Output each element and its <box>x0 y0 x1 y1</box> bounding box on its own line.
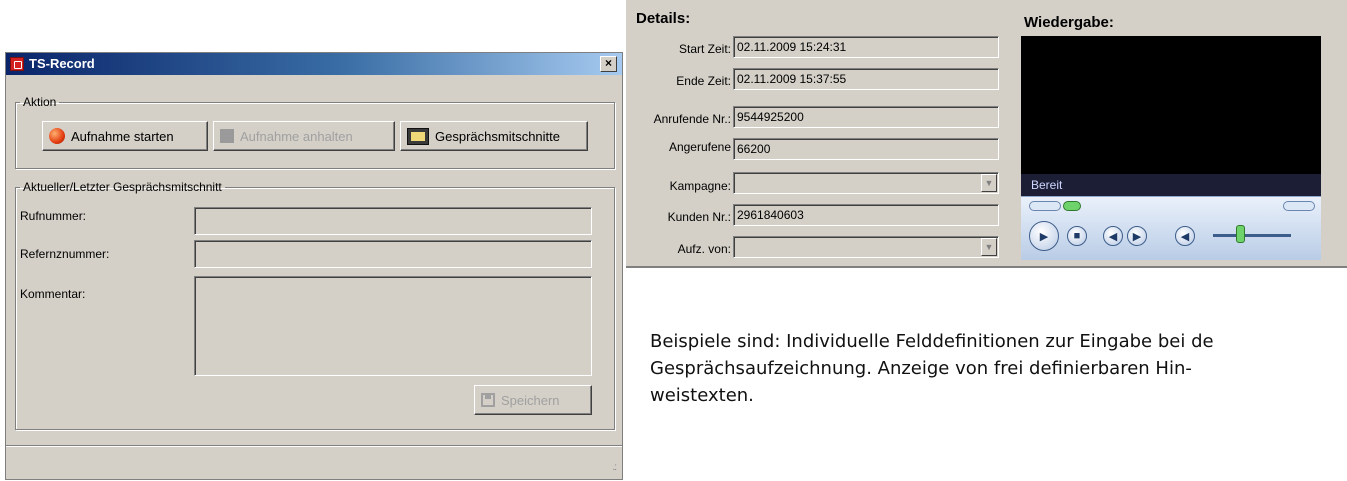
start-recording-button[interactable]: Aufnahme starten <box>42 121 208 151</box>
stop-icon[interactable]: ■ <box>1067 226 1087 246</box>
save-label: Speichern <box>501 392 560 408</box>
campaign-label: Kampagne: <box>669 179 731 193</box>
chevron-down-icon[interactable]: ▼ <box>981 238 997 256</box>
next-icon[interactable]: ▶ <box>1127 226 1147 246</box>
player-controls: ▶ ■ ◀ ▶ ◀ <box>1021 196 1321 260</box>
campaign-select[interactable]: ▼ <box>733 172 999 194</box>
playback-heading: Wiedergabe: <box>1024 14 1114 31</box>
window-title: TS-Record <box>29 56 95 71</box>
referenz-field[interactable] <box>194 240 592 268</box>
record-icon <box>49 128 65 144</box>
recordings-label: Gesprächsmitschnitte <box>435 128 560 144</box>
pause-recording-label: Aufnahme anhalten <box>240 128 353 144</box>
aktion-group-label: Aktion <box>23 95 57 109</box>
title-bar[interactable]: TS-Record × <box>6 53 622 75</box>
caller-number-field[interactable]: 9544925200 <box>733 106 999 128</box>
recorded-by-label: Aufz. von: <box>677 242 731 256</box>
seek-thumb[interactable] <box>1063 201 1081 211</box>
rewind-icon[interactable] <box>1029 201 1061 211</box>
previous-icon[interactable]: ◀ <box>1103 226 1123 246</box>
volume-icon[interactable]: ◀ <box>1175 226 1195 246</box>
start-recording-label: Aufnahme starten <box>71 128 174 144</box>
save-icon <box>481 393 495 407</box>
start-time-field[interactable]: 02.11.2009 15:24:31 <box>733 36 999 58</box>
rufnummer-label: Rufnummer: <box>20 209 87 223</box>
customer-number-label: Kunden Nr.: <box>667 210 731 224</box>
close-button[interactable]: × <box>600 56 617 72</box>
recordings-button[interactable]: Gesprächsmitschnitte <box>400 121 588 151</box>
chevron-down-icon[interactable]: ▼ <box>981 174 997 192</box>
current-recording-group-label: Aktueller/Letzter Gesprächsmitschnitt <box>23 180 222 194</box>
volume-slider[interactable] <box>1213 234 1291 237</box>
volume-thumb[interactable] <box>1236 225 1245 243</box>
stop-icon <box>220 129 234 143</box>
pause-recording-button[interactable]: Aufnahme anhalten <box>213 121 395 151</box>
kommentar-label: Kommentar: <box>20 287 86 301</box>
resize-grip-icon[interactable]: .: <box>612 462 616 473</box>
referenz-label: Refernznummer: <box>20 247 110 261</box>
play-icon[interactable]: ▶ <box>1029 221 1059 251</box>
called-number-label: Angerufene <box>668 140 731 154</box>
description-text: Beispiele sind: Individuelle Felddefinit… <box>650 328 1347 409</box>
app-icon <box>10 57 24 71</box>
description-line-3: weistexten. <box>650 385 754 406</box>
rufnummer-field[interactable] <box>194 207 592 235</box>
player-status: Bereit <box>1021 174 1321 196</box>
kommentar-textarea[interactable] <box>194 276 592 376</box>
end-time-label: Ende Zeit: <box>676 74 731 88</box>
video-display <box>1021 36 1321 174</box>
end-time-field[interactable]: 02.11.2009 15:37:55 <box>733 68 999 90</box>
save-button[interactable]: Speichern <box>474 385 592 415</box>
customer-number-field[interactable]: 2961840603 <box>733 204 999 226</box>
caller-number-label: Anrufende Nr.: <box>653 112 731 126</box>
recorded-by-select[interactable]: ▼ <box>733 236 999 258</box>
called-number-field[interactable]: 66200 <box>733 138 999 160</box>
status-bar: .: <box>6 445 622 479</box>
recordings-folder-icon <box>407 127 429 145</box>
ts-record-window: TS-Record × Aktion Aufnahme starten Aufn… <box>5 52 623 480</box>
start-time-label: Start Zeit: <box>678 42 731 56</box>
fast-forward-icon[interactable] <box>1283 201 1315 211</box>
details-heading: Details: <box>636 10 691 27</box>
description-line-2: Gesprächsaufzeichnung. Anzeige von frei … <box>650 358 1192 379</box>
description-line-1: Beispiele sind: Individuelle Felddefinit… <box>650 331 1214 352</box>
